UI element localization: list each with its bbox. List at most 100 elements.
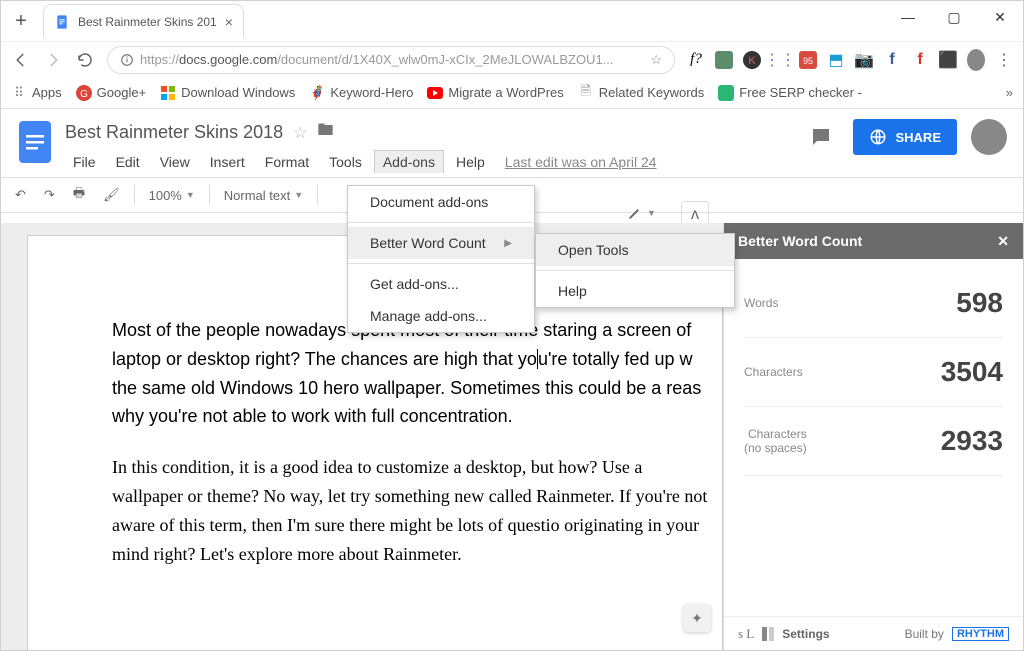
extension-icons: f? K ⋮⋮ 95 ⬒ 📷 f f ⬛ ⋮ [687,51,1013,69]
window-close-icon[interactable]: ✕ [977,1,1023,33]
window-minimize-icon[interactable]: — [885,1,931,33]
move-folder-icon[interactable]: 🖿 [317,119,333,146]
rhythm-link[interactable]: RHYTHM [952,627,1009,641]
zoom-select[interactable]: 100% ▼ [145,188,199,203]
menu-view[interactable]: View [152,151,198,173]
comments-icon[interactable] [803,119,839,155]
apps-icon: ⠿ [11,85,27,101]
browser-tabstrip: + Best Rainmeter Skins 201 × [1,1,1023,41]
editing-mode-button[interactable]: ▼ [627,205,656,221]
serp-icon [718,85,734,101]
submenu-help[interactable]: Help [536,275,734,307]
menu-manage-addons[interactable]: Manage add-ons... [348,300,534,332]
ext-fb-icon[interactable]: f [883,51,901,69]
sidebar-title: Better Word Count [738,233,862,249]
window-maximize-icon[interactable]: ▢ [931,1,977,33]
settings-link[interactable]: Settings [782,627,896,641]
menu-get-addons[interactable]: Get add-ons... [348,268,534,300]
menu-tools[interactable]: Tools [321,151,370,173]
toggle-bars-icon[interactable] [762,627,774,641]
new-tab-button[interactable]: + [7,7,35,35]
addons-dropdown: Document add-ons Better Word Count▶ Get … [347,185,535,333]
svg-text:95: 95 [803,56,813,66]
reload-button[interactable] [75,50,95,70]
addon-sidebar: Better Word Count ✕ Words 598 Characters… [723,223,1023,650]
submenu-open-tools[interactable]: Open Tools [536,234,734,266]
globe-icon [869,128,887,146]
account-avatar[interactable] [971,119,1007,155]
ext-camera-icon[interactable]: 📷 [855,51,873,69]
svg-text:K: K [748,55,756,67]
youtube-icon [427,85,443,101]
star-icon[interactable]: ☆ [293,123,307,143]
explore-button[interactable]: ✦ [683,604,711,632]
stat-words: Words 598 [744,269,1003,338]
bookmark-migratewp[interactable]: Migrate a WordPres [427,85,563,101]
bookmark-keywordhero[interactable]: 🦸Keyword-Hero [309,85,413,101]
gplus-icon: G [76,85,92,101]
paint-format-button[interactable]: 🖌 [99,187,124,203]
ext-beta-icon[interactable] [715,51,733,69]
bookmark-freeserp[interactable]: Free SERP checker - [718,85,862,101]
menu-format[interactable]: Format [257,151,317,173]
stat-characters: Characters 3504 [744,338,1003,407]
last-edit-link[interactable]: Last edit was on April 24 [505,154,657,170]
menu-better-word-count[interactable]: Better Word Count▶ [348,227,534,259]
bookmark-googleplus[interactable]: GGoogle+ [76,85,147,101]
body-paragraph[interactable]: In this condition, it is a good idea to … [112,453,712,568]
bwc-submenu: Open Tools Help [535,233,735,308]
browser-menu-icon[interactable]: ⋮ [995,51,1013,69]
apps-shortcut[interactable]: ⠿Apps [11,85,62,101]
builtby-text: Built by [905,627,944,641]
address-bar[interactable]: https://docs.google.com/document/d/1X40X… [107,46,675,74]
bookmark-bar: ⠿Apps GGoogle+ Download Windows 🦸Keyword… [1,77,1023,109]
svg-text:G: G [80,89,88,100]
ext-grid-icon[interactable]: ⋮⋮ [771,51,789,69]
bookmark-relatedkw[interactable]: 🗎Related Keywords [578,85,705,101]
paragraph-style-select[interactable]: Normal text ▼ [220,188,307,203]
tab-title: Best Rainmeter Skins 201 [78,15,217,29]
undo-button[interactable]: ↶ [11,187,30,203]
menu-addons[interactable]: Add-ons [374,150,444,173]
menu-insert[interactable]: Insert [202,151,253,173]
ext-drop-icon[interactable]: ⬛ [939,51,957,69]
sidebar-close-icon[interactable]: ✕ [997,233,1009,250]
stat-characters-no-spaces: Characters(no spaces) 2933 [744,407,1003,476]
windows-icon [160,85,176,101]
ext-k-icon[interactable]: K [743,51,761,69]
google-docs-favicon [54,14,70,30]
browser-toolbar: https://docs.google.com/document/d/1X40X… [1,41,1023,77]
docs-menubar: File Edit View Insert Format Tools Add-o… [65,150,791,173]
sl-text: s L [738,626,754,642]
back-button[interactable] [11,50,31,70]
bookmark-star-icon[interactable]: ☆ [650,52,662,68]
profile-chip[interactable] [967,51,985,69]
forward-button[interactable] [43,50,63,70]
sidebar-footer: s L Settings Built by RHYTHM [724,616,1023,650]
ext-font-icon[interactable]: f? [687,51,705,69]
document-title[interactable]: Best Rainmeter Skins 2018 [65,122,283,143]
sidebar-header: Better Word Count ✕ [724,223,1023,259]
keywordhero-icon: 🦸 [309,85,325,101]
menu-file[interactable]: File [65,151,104,173]
menu-help[interactable]: Help [448,151,493,173]
menu-edit[interactable]: Edit [108,151,148,173]
ext-f-red-icon[interactable]: f [911,51,929,69]
share-button[interactable]: SHARE [853,119,957,155]
ext-95-icon[interactable]: 95 [799,51,817,69]
docs-logo-icon[interactable] [17,119,53,165]
site-info-icon[interactable] [120,53,134,67]
docs-header: Best Rainmeter Skins 2018 ☆ 🖿 File Edit … [1,109,1023,173]
page-icon: 🗎 [578,85,594,101]
print-button[interactable]: 🖶 [69,184,89,206]
bookmark-overflow-icon[interactable]: » [1006,85,1013,100]
menu-document-addons[interactable]: Document add-ons [348,186,534,218]
ext-save-icon[interactable]: ⬒ [827,51,845,69]
redo-button[interactable]: ↷ [40,187,59,203]
submenu-arrow-icon: ▶ [504,238,512,249]
browser-tab[interactable]: Best Rainmeter Skins 201 × [43,4,244,38]
bookmark-downloadwin[interactable]: Download Windows [160,85,295,101]
url-text: https://docs.google.com/document/d/1X40X… [140,52,644,67]
body-paragraph[interactable]: Most of the people nowadays spent most o… [112,316,712,431]
tab-close-icon[interactable]: × [225,14,233,30]
